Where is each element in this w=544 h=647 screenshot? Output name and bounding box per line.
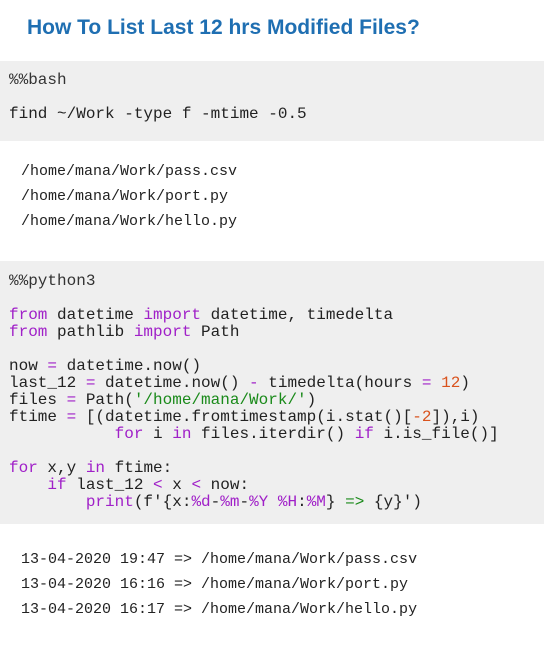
python-output-line: 13-04-2020 19:47 => /home/mana/Work/pass… <box>21 551 418 568</box>
code-line-print: print(f'{x:%d-%m-%Y %H:%M} => {y}') <box>85 493 422 511</box>
python-output-line: 13-04-2020 16:16 => /home/mana/Work/port… <box>21 576 409 593</box>
bash-code-cell[interactable]: %%bash find ~/Work -type f -mtime -0.5 <box>0 61 544 141</box>
code-line-if: if last_12 < x < now: <box>47 476 250 494</box>
bash-cell-magic: %%bash <box>9 71 67 89</box>
page-title: How To List Last 12 hrs Modified Files? <box>27 16 420 39</box>
code-line-files: files = Path('/home/mana/Work/') <box>9 391 317 409</box>
code-line-import-datetime: from datetime import datetime, timedelta <box>9 306 394 324</box>
code-line-ftime: ftime = [(datetime.fromtimestamp(i.stat(… <box>9 408 480 426</box>
code-line-last-12: last_12 = datetime.now() - timedelta(hou… <box>9 374 470 392</box>
code-line-now: now = datetime.now() <box>9 357 202 375</box>
python-output-line: 13-04-2020 16:17 => /home/mana/Work/hell… <box>21 601 418 618</box>
code-line-for-loop: for x,y in ftime: <box>9 459 173 477</box>
bash-output-line: /home/mana/Work/hello.py <box>21 213 238 230</box>
python-code-cell[interactable]: %%python3 from datetime import datetime,… <box>0 261 544 524</box>
python-cell-magic: %%python3 <box>9 272 96 290</box>
code-line-ftime-cont: for i in files.iterdir() if i.is_file()] <box>114 425 499 443</box>
bash-output-line: /home/mana/Work/pass.csv <box>21 163 238 180</box>
bash-command: find ~/Work -type f -mtime -0.5 <box>9 105 307 123</box>
code-line-import-pathlib: from pathlib import Path <box>9 323 240 341</box>
bash-output-line: /home/mana/Work/port.py <box>21 188 229 205</box>
